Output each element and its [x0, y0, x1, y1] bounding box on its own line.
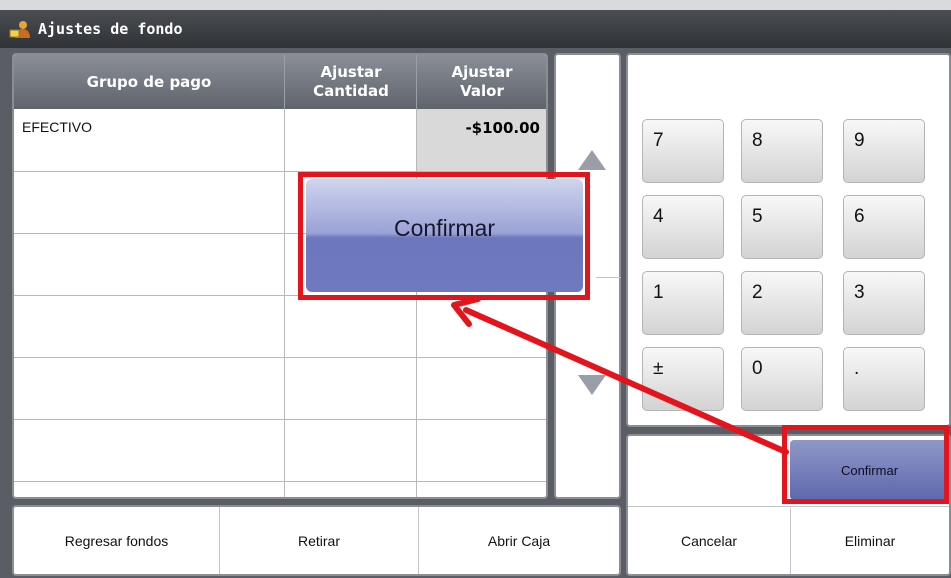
callout-highlight-box: [298, 172, 590, 300]
confirm-highlight-box: [782, 425, 949, 504]
